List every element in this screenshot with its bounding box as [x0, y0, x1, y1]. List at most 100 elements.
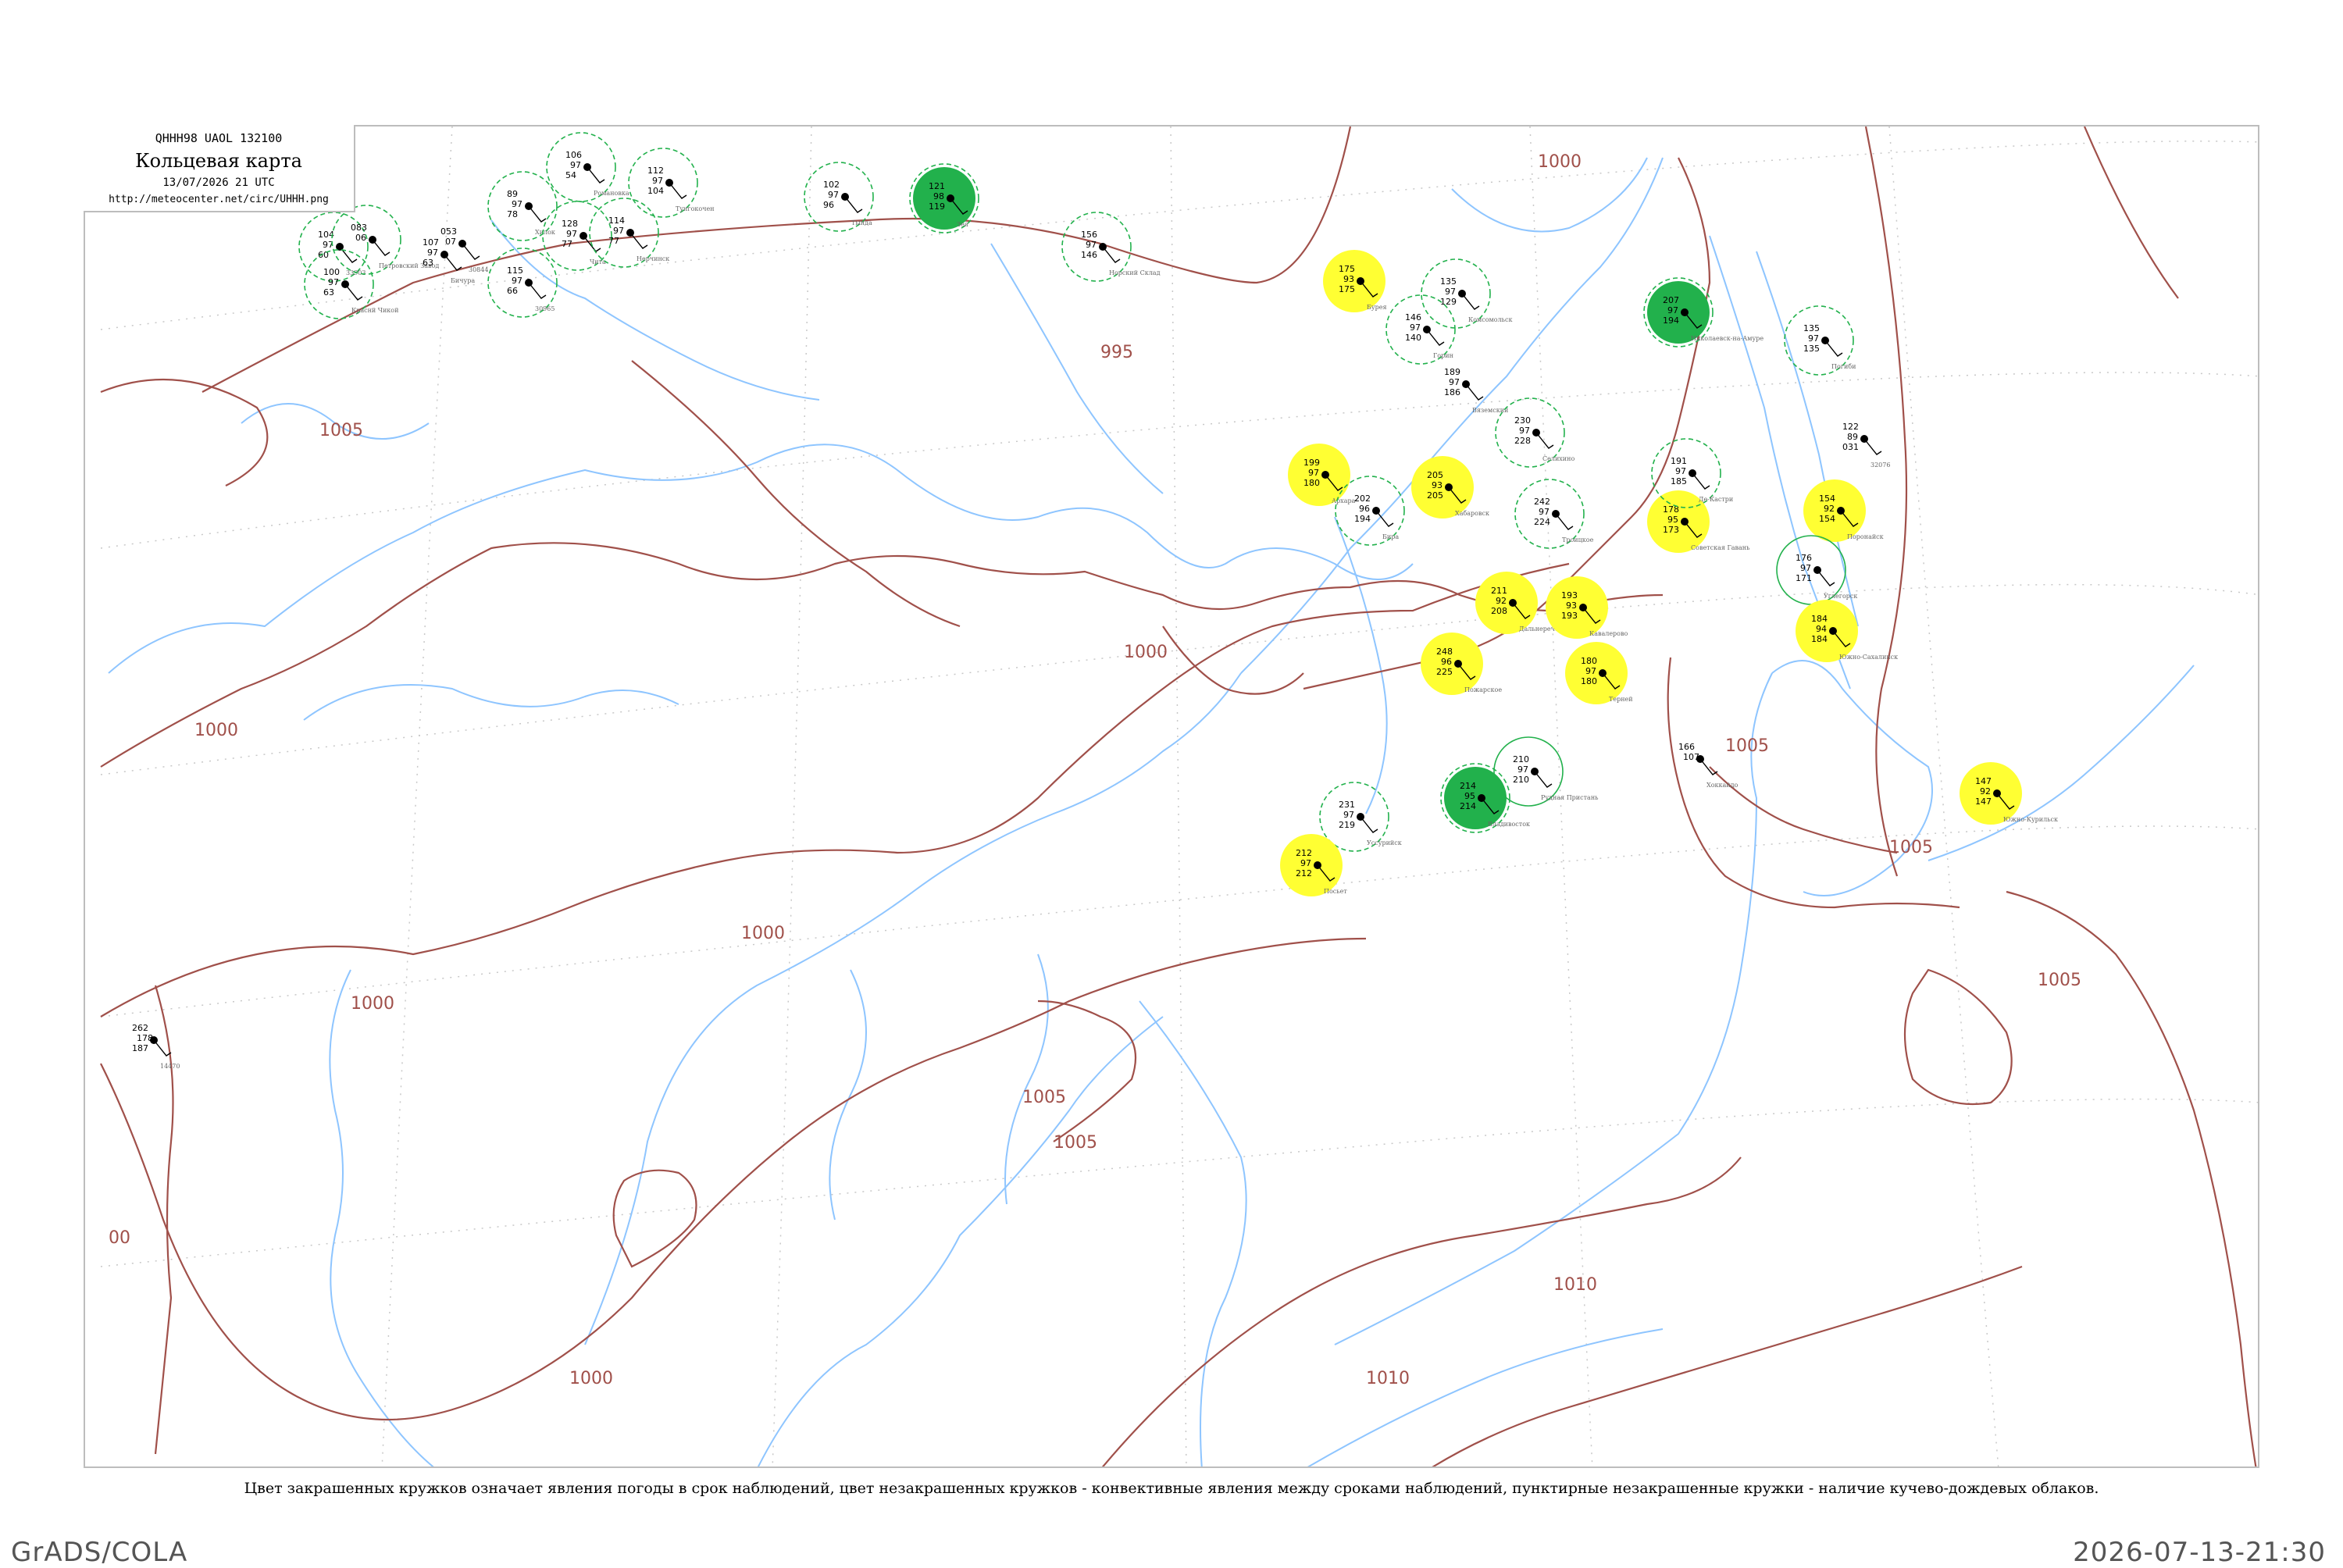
isobar-label: 1005 [319, 421, 363, 440]
station-name: Терней [1609, 696, 1633, 703]
station-plot: 05307 30844 [440, 226, 488, 273]
station-value: 185 [1671, 476, 1687, 486]
station-value: 97 [1539, 507, 1550, 517]
station-value: 97 [1517, 764, 1528, 775]
station-name: Норский Склад [1109, 269, 1161, 276]
station-plot: 1069754 Романовка [546, 132, 629, 202]
station-plot: 24297224 Троицкое [1514, 479, 1594, 549]
station-value: 97 [1667, 305, 1678, 315]
station-name: Поронайск [1847, 533, 1884, 540]
station-name: 30965 [535, 305, 555, 312]
station-plot: 17697171 Углегорск [1776, 535, 1857, 605]
station-name: Рудная Пристань [1541, 794, 1599, 801]
station-value: 97 [1308, 468, 1319, 478]
station-value: 180 [1581, 676, 1597, 686]
station-value: 93 [1343, 274, 1354, 284]
station-value: 242 [1534, 497, 1550, 507]
isobar-label: 1000 [1124, 643, 1168, 662]
station-value: 93 [1566, 600, 1577, 611]
station-value: 171 [1796, 573, 1812, 583]
isobar-label: 1000 [351, 994, 394, 1014]
legend-caption: Цвет закрашенных кружков означает явлени… [244, 1480, 2099, 1497]
station-value: 135 [1803, 323, 1820, 333]
station-name: Де-Кастри [1699, 496, 1733, 503]
yellow-fill-circle [1323, 250, 1385, 312]
yellow-fill-circle [1421, 633, 1483, 695]
station-name: Романовка [594, 190, 629, 197]
station-name: 14470 [160, 1063, 180, 1070]
station-name: Посьет [1324, 888, 1347, 895]
station-value: 178 [137, 1033, 153, 1043]
station-value: 89 [1847, 432, 1858, 442]
station-plot: 1009763 Краснй Чикой [304, 249, 398, 319]
yellow-fill-circle [1565, 642, 1628, 704]
bulletin-code: QHHH98 UAOL 132100 [155, 131, 283, 145]
station-value: 112 [647, 166, 664, 176]
station-value: 224 [1534, 517, 1550, 527]
station-value: 97 [1410, 323, 1421, 333]
station-value: 96 [1441, 657, 1452, 667]
graticule [100, 127, 2258, 1466]
station-plot: 13597135 Погиби [1784, 305, 1856, 376]
station-name: Нерчинск [637, 255, 669, 262]
station-name: Южно-Курильск [2003, 816, 2058, 823]
station-name: Троицкое [1562, 536, 1594, 543]
isobar-label: 1005 [1054, 1133, 1097, 1153]
yellow-fill-circle [1796, 600, 1858, 662]
source-url: http://meteocenter.net/circ/UHHH.png [109, 194, 329, 205]
station-plot: 12289031 32076 [1842, 422, 1890, 469]
station-name: Архара [1332, 497, 1356, 504]
station-plot: 899778 Хилок [487, 171, 558, 241]
station-name: Вяземский [1472, 407, 1508, 414]
station-value: 154 [1819, 514, 1835, 524]
station-plot: 1159766 30965 [487, 248, 558, 318]
station-value: 97 [828, 190, 839, 200]
station-value: 97 [427, 248, 438, 258]
station-value: 92 [1980, 786, 1991, 796]
station-value: 89 [507, 189, 518, 199]
station-name: Владивосток [1488, 821, 1530, 828]
station-value: 95 [1667, 515, 1678, 525]
station-name: Тунгокочен [676, 205, 715, 212]
station-name: Бурея [1367, 304, 1387, 311]
green-fill-circle [1444, 767, 1507, 829]
station-value: 147 [1975, 796, 1992, 807]
yellow-fill-circle [1960, 762, 2022, 825]
station-value: 107 [1683, 752, 1699, 762]
station-value: 135 [1440, 276, 1457, 287]
station-value: 92 [1824, 504, 1835, 514]
station-value: 194 [1663, 315, 1679, 326]
station-value: 175 [1339, 264, 1355, 274]
station-name: Чита [590, 258, 606, 265]
station-value: 156 [1081, 230, 1097, 240]
station-plot: 262178187 14470 [132, 1023, 180, 1070]
station-value: 54 [565, 170, 576, 180]
station-value: 146 [1081, 250, 1097, 260]
station-value: 115 [507, 265, 523, 276]
station-name: Советская Гавань [1691, 544, 1750, 551]
station-plot: 14792147 Южно-Курильск [1960, 762, 2058, 825]
station-plot: 20593205 Хабаровск [1411, 456, 1489, 519]
station-plot: 21297212 Посьет [1280, 834, 1347, 896]
station-name: Погиби [1831, 363, 1856, 370]
station-name: Уссурийск [1367, 839, 1402, 846]
station-plot: 23197219 Уссурийск [1319, 782, 1402, 852]
station-value: 214 [1460, 801, 1476, 811]
station-plot: 1289777 Чита [542, 201, 612, 271]
station-value: 07 [445, 237, 456, 247]
yellow-fill-circle [1288, 444, 1350, 506]
station-value: 94 [1816, 624, 1827, 634]
isobar-label: 1010 [1553, 1275, 1597, 1295]
station-name: Селихино [1542, 455, 1574, 462]
station-value: 210 [1513, 754, 1529, 764]
station-value: 122 [1842, 422, 1859, 432]
station-value: 97 [1808, 333, 1819, 344]
station-value: 93 [1432, 480, 1443, 490]
yellow-fill-circle [1411, 456, 1474, 519]
station-value: 211 [1491, 586, 1507, 596]
station-value: 97 [570, 160, 581, 170]
station-value: 98 [933, 191, 944, 201]
map-frame: 1005 1000 995 1000 1000 1000 1005 1000 00 1005 101… [84, 125, 2259, 1468]
station-plot: 15492154 Поронайск [1803, 479, 1884, 542]
footer-software: GrADS/COLA [11, 1537, 188, 1568]
